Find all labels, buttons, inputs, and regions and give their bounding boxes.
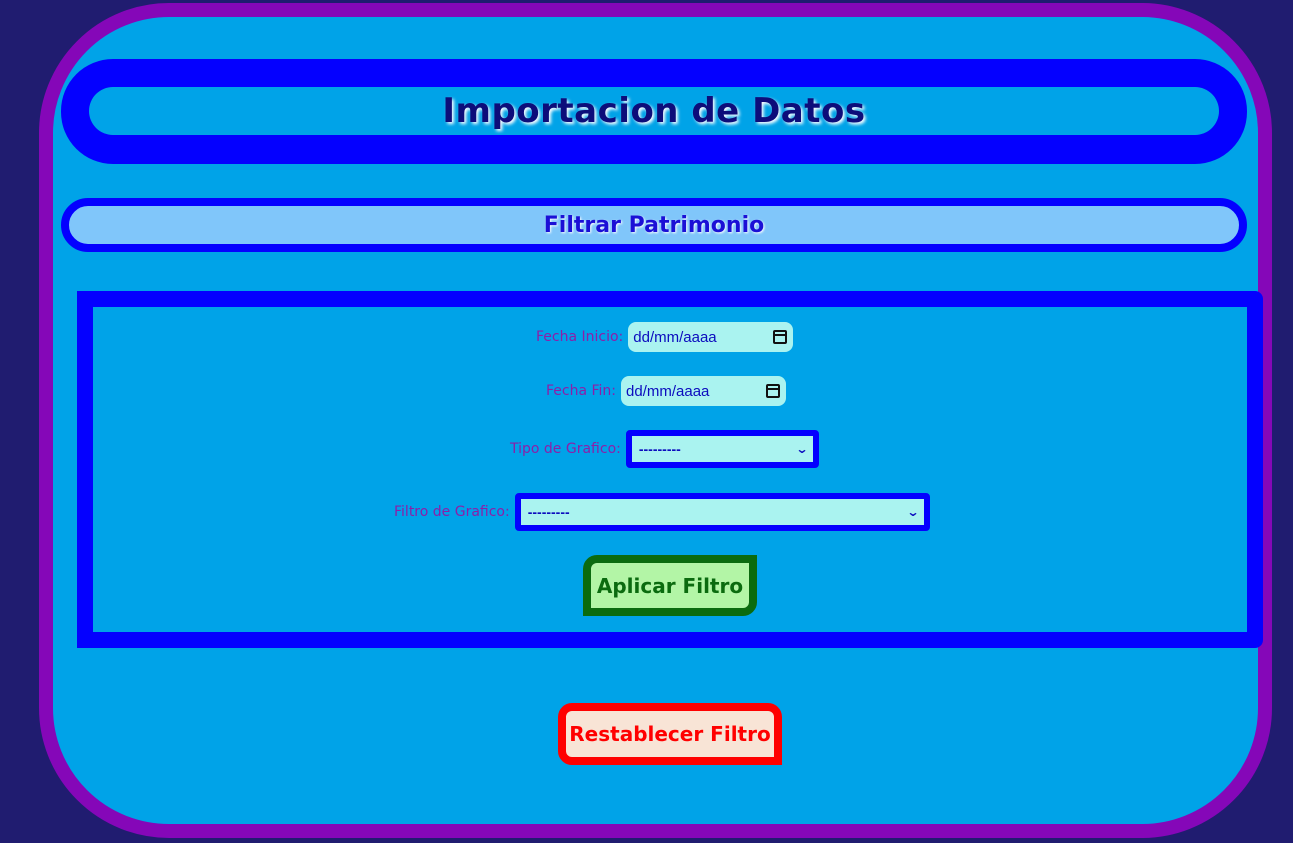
tipo-grafico-row: Tipo de Grafico: --------- ⌄ (510, 430, 819, 468)
fecha-fin-input[interactable]: dd/mm/aaaa (621, 376, 787, 406)
fecha-fin-row: Fecha Fin: dd/mm/aaaa (546, 376, 787, 406)
section-title: Filtrar Patrimonio (543, 212, 765, 238)
header-banner: Importacion de Datos (61, 59, 1247, 164)
tipo-grafico-label: Tipo de Grafico: (510, 441, 621, 457)
fecha-fin-value: dd/mm/aaaa (626, 382, 710, 400)
apply-filter-button[interactable]: Aplicar Filtro (583, 555, 757, 616)
calendar-icon[interactable] (766, 384, 781, 398)
reset-filter-button[interactable]: Restablecer Filtro (558, 703, 782, 765)
tipo-grafico-select[interactable]: --------- ⌄ (625, 430, 819, 468)
chevron-down-icon: ⌄ (906, 505, 920, 519)
page-title: Importacion de Datos (442, 91, 866, 131)
calendar-icon[interactable] (773, 330, 788, 344)
filtro-grafico-selected: --------- (527, 504, 570, 520)
filtro-grafico-row: Filtro de Grafico: --------- ⌄ (394, 493, 930, 531)
fecha-inicio-row: Fecha Inicio: dd/mm/aaaa (536, 322, 794, 352)
chevron-down-icon: ⌄ (795, 442, 809, 456)
fecha-inicio-input[interactable]: dd/mm/aaaa (628, 322, 794, 352)
fecha-inicio-value: dd/mm/aaaa (633, 328, 717, 346)
fecha-fin-label: Fecha Fin: (546, 383, 617, 399)
filtro-grafico-select[interactable]: --------- ⌄ (514, 493, 930, 531)
filtro-grafico-label: Filtro de Grafico: (394, 504, 510, 520)
tipo-grafico-selected: --------- (638, 441, 681, 457)
section-banner: Filtrar Patrimonio (61, 198, 1247, 252)
fecha-inicio-label: Fecha Inicio: (536, 329, 624, 345)
header-inner: Importacion de Datos (89, 87, 1219, 135)
